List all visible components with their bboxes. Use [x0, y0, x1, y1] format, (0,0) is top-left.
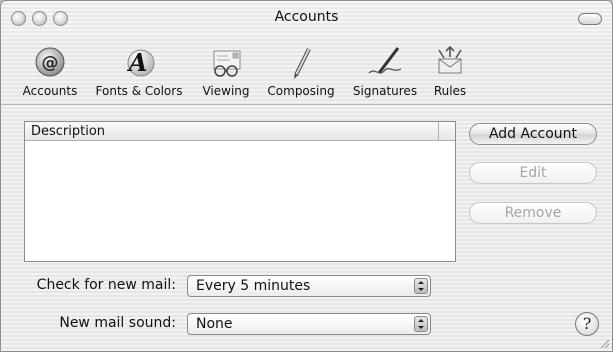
toolbar-item-label: Fonts & Colors [95, 84, 183, 98]
toolbar-item-label: Viewing [202, 84, 250, 98]
column-separator [438, 122, 439, 140]
mail-sound-value: None [196, 316, 233, 332]
popup-arrows-icon [414, 316, 428, 332]
mail-sound-label: New mail sound: [59, 315, 176, 331]
edit-button[interactable]: Edit [469, 162, 597, 184]
remove-button[interactable]: Remove [469, 202, 597, 224]
toolbar-item-viewing[interactable]: Viewing [197, 43, 255, 98]
pencil-icon [294, 48, 311, 79]
mail-sound-popup[interactable]: None [187, 313, 431, 335]
toolbar-item-composing[interactable]: Composing [263, 43, 339, 98]
toolbar-item-label: Signatures [352, 84, 418, 98]
resize-grip-icon[interactable] [598, 337, 610, 349]
check-mail-label: Check for new mail: [36, 277, 176, 293]
toolbar-item-label: Rules [433, 84, 467, 98]
list-header[interactable]: Description [25, 122, 455, 141]
toolbar-divider [1, 104, 612, 105]
font-a-icon: A [127, 48, 155, 77]
popup-arrows-icon [414, 278, 428, 294]
preferences-window: Accounts @ Accounts A Fonts & Colors Vie… [0, 0, 613, 352]
accounts-list[interactable]: Description [24, 121, 456, 262]
add-account-button[interactable]: Add Account [469, 123, 597, 145]
check-mail-value: Every 5 minutes [196, 278, 311, 294]
toolbar-item-fonts-colors[interactable]: A Fonts & Colors [90, 43, 188, 98]
preferences-toolbar: @ Accounts A Fonts & Colors Viewing Comp… [1, 37, 612, 105]
toolbar-item-accounts[interactable]: @ Accounts [19, 43, 81, 98]
svg-text:A: A [127, 48, 148, 77]
toolbar-item-signatures[interactable]: Signatures [347, 43, 423, 98]
title-bar[interactable]: Accounts [1, 1, 612, 37]
svg-text:@: @ [42, 53, 59, 73]
toolbar-toggle-button[interactable] [578, 13, 602, 25]
check-mail-popup[interactable]: Every 5 minutes [187, 275, 431, 297]
window-title: Accounts [274, 9, 339, 25]
toolbar-item-rules[interactable]: Rules [429, 43, 471, 98]
column-header-description[interactable]: Description [31, 124, 105, 139]
glasses-letter-icon [213, 50, 241, 77]
pen-signature-icon [368, 47, 402, 74]
toolbar-item-label: Accounts [22, 84, 78, 98]
at-sign-icon: @ [35, 47, 65, 77]
toolbar-item-label: Composing [267, 84, 335, 98]
rules-envelope-icon [438, 45, 462, 74]
help-button[interactable]: ? [575, 312, 599, 336]
